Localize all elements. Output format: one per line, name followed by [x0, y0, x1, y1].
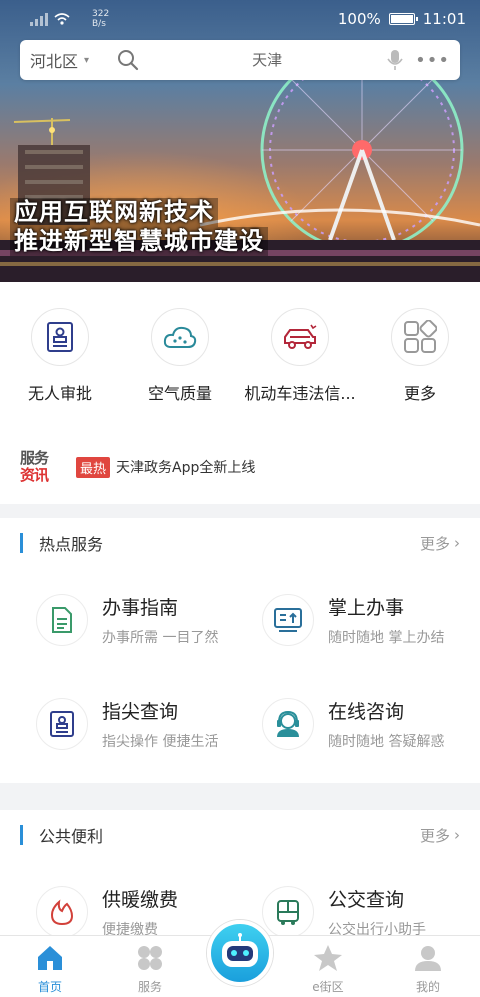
bus-icon — [277, 900, 299, 925]
stamp-icon — [47, 322, 73, 352]
battery-icon — [388, 13, 418, 25]
assistant-robot-button[interactable] — [207, 920, 273, 986]
microphone-icon[interactable] — [387, 49, 403, 71]
district-selector[interactable]: 河北区 ▾ — [30, 48, 89, 72]
service-title: 在线咨询 — [328, 701, 405, 723]
quick-services: 无人审批 空气质量 机动车违法信... 更多 服务 资讯 最热 天津政务App全… — [0, 282, 480, 504]
hot-services-section: 热点服务 更多 › 办事指南 办事所需 一目了然 掌上办事 随时随地 掌上办结 … — [0, 518, 480, 783]
quick-item-air-quality[interactable]: 空气质量 — [120, 308, 240, 404]
news-logo-line-2: 资讯 — [20, 466, 49, 484]
quick-item-label: 无人审批 — [27, 384, 92, 403]
quick-item-vehicle-violation[interactable]: 机动车违法信... — [240, 308, 360, 404]
service-title: 供暖缴费 — [102, 889, 179, 911]
tab-label: 首页 — [37, 980, 62, 994]
quick-item-more[interactable]: 更多 — [360, 308, 480, 404]
section-title: 热点服务 — [39, 535, 104, 554]
status-bar: 322 B/s 100% 11:01 — [0, 0, 480, 38]
section-accent-bar — [20, 825, 23, 845]
clock: 11:01 — [422, 10, 466, 28]
tab-label: 服务 — [137, 980, 162, 994]
upload-screen-icon — [274, 608, 302, 632]
service-subtitle: 随时随地 掌上办结 — [328, 630, 445, 646]
network-speed-value: 322 — [92, 9, 110, 19]
district-label: 河北区 — [30, 52, 79, 71]
search-icon[interactable] — [117, 49, 139, 71]
search-bar: 河北区 ▾ ••• — [20, 40, 460, 80]
service-online-consult[interactable]: 在线咨询 随时随地 答疑解惑 — [262, 694, 480, 754]
quick-item-label: 空气质量 — [147, 384, 212, 403]
home-icon — [38, 946, 62, 970]
robot-icon — [222, 933, 258, 967]
more-label: 更多 — [419, 826, 450, 845]
service-bus-query[interactable]: 公交查询 公交出行小助手 — [262, 882, 480, 942]
tab-label: e街区 — [312, 980, 344, 994]
tab-profile[interactable]: 我的 — [388, 944, 468, 995]
public-services-section: 公共便利 更多 › 供暖缴费 便捷缴费 公交查询 公交出行小助手 — [0, 810, 480, 938]
tab-label: 我的 — [415, 980, 440, 994]
service-subtitle: 办事所需 一目了然 — [102, 630, 219, 646]
user-icon — [415, 946, 441, 971]
hot-services-header: 热点服务 更多 › — [0, 518, 480, 568]
support-agent-icon — [277, 710, 299, 737]
service-subtitle: 随时随地 答疑解惑 — [328, 734, 445, 750]
news-logo: 服务 资讯 — [20, 450, 56, 484]
more-label: 更多 — [419, 534, 450, 553]
service-title: 公交查询 — [328, 889, 405, 911]
banner-caption: 应用互联网新技术 推进新型智慧城市建设 — [10, 198, 268, 256]
network-speed-unit: B/s — [92, 19, 106, 29]
hot-services-more-link[interactable]: 更多 › — [420, 533, 460, 554]
network-speed: 322 B/s — [92, 9, 109, 29]
service-guide[interactable]: 办事指南 办事所需 一目了然 — [36, 590, 266, 650]
star-icon — [314, 945, 342, 971]
car-icon — [284, 324, 317, 349]
stamp-icon — [50, 711, 74, 737]
chevron-right-icon: › — [454, 826, 460, 844]
service-title: 办事指南 — [102, 597, 179, 619]
quick-item-unmanned-approval[interactable]: 无人审批 — [0, 308, 120, 404]
more-options-icon[interactable]: ••• — [415, 50, 450, 71]
service-title: 指尖查询 — [102, 701, 179, 723]
section-accent-bar — [20, 533, 23, 553]
public-services-header: 公共便利 更多 › — [0, 810, 480, 860]
hot-badge: 最热 — [76, 456, 111, 478]
flame-icon — [50, 899, 74, 926]
news-ticker[interactable]: 服务 资讯 最热 天津政务App全新上线 — [20, 447, 255, 487]
signal-icon — [30, 12, 48, 26]
grid-icon — [404, 320, 437, 353]
chevron-right-icon: › — [454, 534, 460, 552]
tab-e-street[interactable]: e街区 — [288, 944, 368, 995]
news-logo-line-1: 服务 — [20, 449, 49, 467]
quick-item-label: 机动车违法信... — [244, 384, 356, 403]
public-services-more-link[interactable]: 更多 › — [420, 825, 460, 846]
service-mobile-affairs[interactable]: 掌上办事 随时随地 掌上办结 — [262, 590, 480, 650]
quick-item-label: 更多 — [403, 384, 436, 403]
document-icon — [52, 607, 72, 633]
service-subtitle: 指尖操作 便捷生活 — [102, 734, 219, 750]
banner-line-2: 推进新型智慧城市建设 — [10, 227, 268, 256]
tab-home[interactable]: 首页 — [10, 944, 90, 995]
tab-services[interactable]: 服务 — [110, 944, 190, 995]
app-screen: 应用互联网新技术 推进新型智慧城市建设 322 B/s 100% 11:01 河… — [0, 0, 480, 997]
banner-line-1: 应用互联网新技术 — [10, 198, 218, 227]
chevron-down-icon: ▾ — [84, 54, 90, 66]
battery-percent: 100% — [337, 10, 381, 28]
clover-icon — [138, 946, 162, 970]
news-headline[interactable]: 天津政务App全新上线 — [116, 457, 255, 477]
service-fingertip-query[interactable]: 指尖查询 指尖操作 便捷生活 — [36, 694, 266, 754]
section-title: 公共便利 — [39, 827, 104, 846]
cloud-icon — [163, 326, 197, 348]
search-input[interactable] — [147, 51, 388, 69]
wifi-icon — [54, 13, 70, 25]
service-title: 掌上办事 — [328, 597, 405, 619]
